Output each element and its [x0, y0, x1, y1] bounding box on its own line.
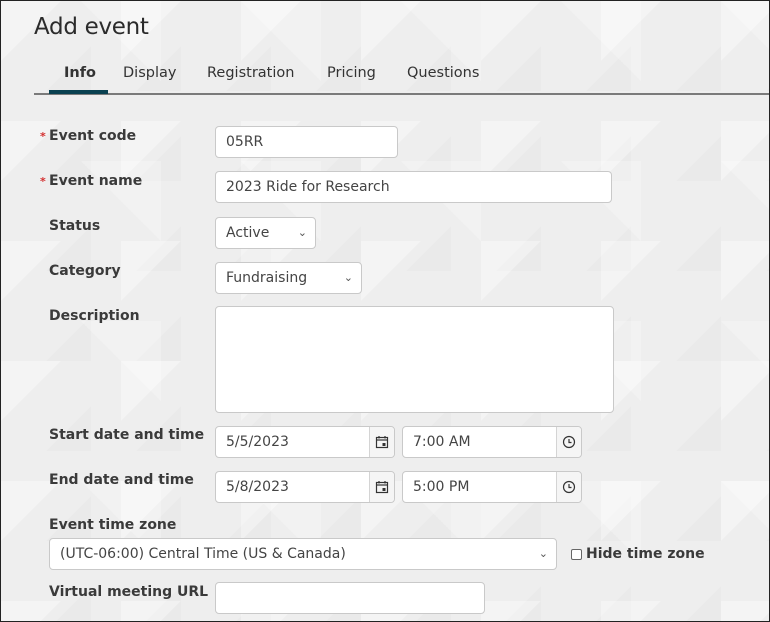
tab-bar: Info Display Registration Pricing Questi… — [34, 61, 769, 95]
end-date-value: 5/8/2023 — [226, 479, 289, 495]
clock-icon[interactable] — [556, 427, 581, 457]
add-event-panel: Add event Info Display Registration Pric… — [0, 0, 770, 622]
required-marker: * — [40, 175, 46, 188]
chevron-down-icon: ⌄ — [343, 271, 353, 284]
description-textarea[interactable] — [215, 306, 614, 413]
end-time-value: 5:00 PM — [413, 479, 470, 495]
category-label: Category — [49, 263, 121, 279]
time-zone-value: (UTC-06:00) Central Time (US & Canada) — [60, 546, 346, 562]
status-label: Status — [49, 218, 101, 234]
start-date-input[interactable]: 5/5/2023 — [215, 426, 395, 458]
virtual-meeting-url-label: Virtual meeting URL — [49, 584, 209, 600]
hide-time-zone-checkbox[interactable] — [571, 548, 582, 560]
event-code-label: Event code — [49, 128, 137, 144]
tab-questions[interactable]: Questions — [407, 65, 479, 91]
description-label: Description — [49, 308, 140, 324]
event-name-input[interactable]: 2023 Ride for Research — [215, 171, 612, 203]
start-date-value: 5/5/2023 — [226, 434, 289, 450]
required-marker: * — [40, 130, 46, 143]
tab-registration[interactable]: Registration — [207, 65, 294, 91]
event-name-label: Event name — [49, 173, 143, 189]
start-time-value: 7:00 AM — [413, 434, 471, 450]
clock-icon[interactable] — [556, 472, 581, 502]
chevron-down-icon: ⌄ — [297, 226, 307, 239]
end-time-input[interactable]: 5:00 PM — [402, 471, 582, 503]
start-time-input[interactable]: 7:00 AM — [402, 426, 582, 458]
status-value: Active — [226, 225, 270, 241]
event-code-input[interactable]: 05RR — [215, 126, 398, 158]
virtual-meeting-url-input[interactable] — [215, 582, 485, 614]
time-zone-label: Event time zone — [49, 517, 177, 533]
category-select[interactable]: Fundraising ⌄ — [215, 262, 362, 294]
hide-time-zone-label[interactable]: Hide time zone — [586, 546, 705, 562]
tab-display[interactable]: Display — [123, 65, 176, 91]
time-zone-select[interactable]: (UTC-06:00) Central Time (US & Canada) ⌄ — [49, 538, 557, 570]
calendar-icon[interactable] — [369, 472, 394, 502]
hide-time-zone-option[interactable]: Hide time zone — [571, 546, 705, 562]
end-date-input[interactable]: 5/8/2023 — [215, 471, 395, 503]
page-title: Add event — [34, 14, 149, 40]
tab-pricing[interactable]: Pricing — [327, 65, 376, 91]
end-date-time-label: End date and time — [49, 472, 194, 488]
status-select[interactable]: Active ⌄ — [215, 217, 316, 249]
category-value: Fundraising — [226, 270, 308, 286]
tab-info[interactable]: Info — [64, 65, 96, 91]
start-date-time-label: Start date and time — [49, 427, 205, 443]
active-tab-indicator — [49, 90, 108, 94]
calendar-icon[interactable] — [369, 427, 394, 457]
chevron-down-icon: ⌄ — [538, 547, 548, 560]
